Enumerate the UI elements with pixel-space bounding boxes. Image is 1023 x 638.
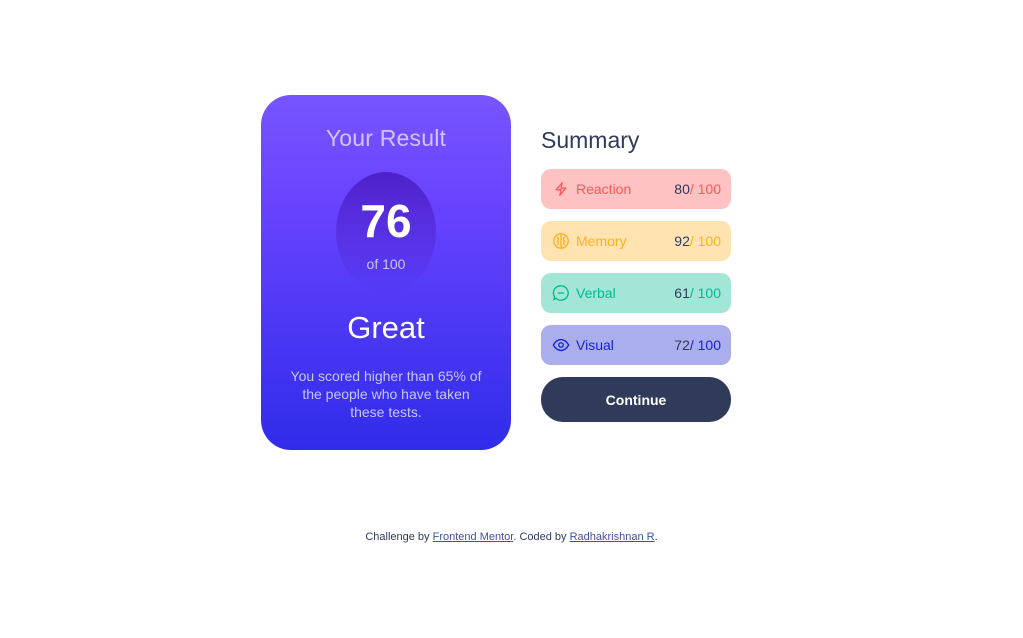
footer-suffix: . (654, 531, 658, 543)
summary-item-total: / 100 (689, 233, 721, 249)
summary-item-score: 72 (674, 337, 690, 353)
summary-item-label: Visual (576, 337, 614, 353)
summary-item-reaction: Reaction 80 / 100 (541, 169, 731, 209)
verdict-heading: Great (347, 310, 425, 345)
brain-icon (552, 232, 570, 250)
footer-middle: . Coded by (513, 531, 570, 543)
eye-icon (552, 336, 570, 354)
summary-item-score: 92 (674, 233, 690, 249)
summary-item-total: / 100 (689, 181, 721, 197)
summary-item-label: Reaction (576, 181, 632, 197)
summary-panel: Summary Reaction 80 / 100 Memory 92 / 10… (541, 125, 731, 422)
lightning-icon (552, 180, 570, 198)
continue-button[interactable]: Continue (541, 377, 731, 422)
summary-title: Summary (541, 127, 640, 153)
summary-item-verbal: Verbal 61 / 100 (541, 273, 731, 313)
summary-item-visual: Visual 72 / 100 (541, 325, 731, 365)
footer-prefix: Challenge by (365, 531, 433, 543)
footer-attribution: Challenge by Frontend Mentor. Coded by R… (0, 531, 1023, 543)
summary-item-label: Verbal (576, 285, 616, 301)
page: Your Result 76 of 100 Great You scored h… (0, 0, 1023, 638)
result-description: You scored higher than 65% of the people… (290, 368, 482, 420)
score-circle: 76 of 100 (336, 172, 436, 292)
result-card: Your Result 76 of 100 Great You scored h… (261, 95, 511, 450)
summary-item-score: 61 (674, 285, 690, 301)
summary-item-memory: Memory 92 / 100 (541, 221, 731, 261)
summary-item-total: / 100 (689, 337, 721, 353)
result-title: Your Result (325, 125, 447, 151)
score-of-label: of 100 (366, 256, 406, 272)
score-value: 76 (360, 195, 412, 247)
summary-item-label: Memory (576, 233, 627, 249)
author-link[interactable]: Radhakrishnan R (570, 531, 655, 543)
frontend-mentor-link[interactable]: Frontend Mentor (433, 531, 514, 543)
summary-item-total: / 100 (689, 285, 721, 301)
summary-item-score: 80 (674, 181, 690, 197)
chat-bubble-icon (552, 284, 570, 302)
